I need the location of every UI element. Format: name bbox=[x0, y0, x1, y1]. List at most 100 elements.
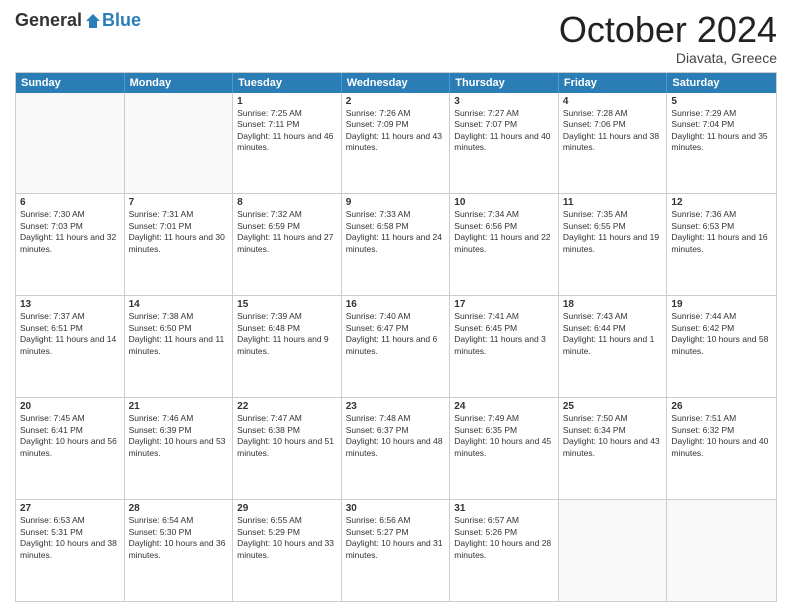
calendar-cell: 11Sunrise: 7:35 AM Sunset: 6:55 PM Dayli… bbox=[559, 194, 668, 295]
day-info: Sunrise: 7:48 AM Sunset: 6:37 PM Dayligh… bbox=[346, 413, 446, 459]
weekday-header-wednesday: Wednesday bbox=[342, 73, 451, 93]
day-info: Sunrise: 6:55 AM Sunset: 5:29 PM Dayligh… bbox=[237, 515, 337, 561]
day-info: Sunrise: 7:31 AM Sunset: 7:01 PM Dayligh… bbox=[129, 209, 229, 255]
title-area: October 2024 Diavata, Greece bbox=[559, 10, 777, 66]
day-info: Sunrise: 6:53 AM Sunset: 5:31 PM Dayligh… bbox=[20, 515, 120, 561]
day-number: 7 bbox=[129, 197, 229, 208]
day-info: Sunrise: 7:30 AM Sunset: 7:03 PM Dayligh… bbox=[20, 209, 120, 255]
calendar-cell: 16Sunrise: 7:40 AM Sunset: 6:47 PM Dayli… bbox=[342, 296, 451, 397]
calendar-cell: 15Sunrise: 7:39 AM Sunset: 6:48 PM Dayli… bbox=[233, 296, 342, 397]
day-info: Sunrise: 7:35 AM Sunset: 6:55 PM Dayligh… bbox=[563, 209, 663, 255]
calendar-cell: 17Sunrise: 7:41 AM Sunset: 6:45 PM Dayli… bbox=[450, 296, 559, 397]
calendar-cell bbox=[16, 93, 125, 194]
day-info: Sunrise: 7:45 AM Sunset: 6:41 PM Dayligh… bbox=[20, 413, 120, 459]
calendar-cell: 19Sunrise: 7:44 AM Sunset: 6:42 PM Dayli… bbox=[667, 296, 776, 397]
day-info: Sunrise: 7:49 AM Sunset: 6:35 PM Dayligh… bbox=[454, 413, 554, 459]
calendar-cell: 28Sunrise: 6:54 AM Sunset: 5:30 PM Dayli… bbox=[125, 500, 234, 601]
day-info: Sunrise: 7:39 AM Sunset: 6:48 PM Dayligh… bbox=[237, 311, 337, 357]
day-number: 14 bbox=[129, 299, 229, 310]
day-number: 5 bbox=[671, 96, 772, 107]
day-number: 31 bbox=[454, 503, 554, 514]
day-number: 3 bbox=[454, 96, 554, 107]
calendar-cell: 14Sunrise: 7:38 AM Sunset: 6:50 PM Dayli… bbox=[125, 296, 234, 397]
day-info: Sunrise: 7:33 AM Sunset: 6:58 PM Dayligh… bbox=[346, 209, 446, 255]
day-number: 10 bbox=[454, 197, 554, 208]
calendar-cell: 10Sunrise: 7:34 AM Sunset: 6:56 PM Dayli… bbox=[450, 194, 559, 295]
calendar-cell: 7Sunrise: 7:31 AM Sunset: 7:01 PM Daylig… bbox=[125, 194, 234, 295]
calendar: SundayMondayTuesdayWednesdayThursdayFrid… bbox=[15, 72, 777, 602]
weekday-header-monday: Monday bbox=[125, 73, 234, 93]
calendar-row-4: 27Sunrise: 6:53 AM Sunset: 5:31 PM Dayli… bbox=[16, 499, 776, 601]
calendar-cell: 21Sunrise: 7:46 AM Sunset: 6:39 PM Dayli… bbox=[125, 398, 234, 499]
calendar-page: General Blue October 2024 Diavata, Greec… bbox=[0, 0, 792, 612]
calendar-cell: 22Sunrise: 7:47 AM Sunset: 6:38 PM Dayli… bbox=[233, 398, 342, 499]
day-info: Sunrise: 7:44 AM Sunset: 6:42 PM Dayligh… bbox=[671, 311, 772, 357]
calendar-cell: 2Sunrise: 7:26 AM Sunset: 7:09 PM Daylig… bbox=[342, 93, 451, 194]
calendar-cell: 9Sunrise: 7:33 AM Sunset: 6:58 PM Daylig… bbox=[342, 194, 451, 295]
day-number: 26 bbox=[671, 401, 772, 412]
calendar-cell: 5Sunrise: 7:29 AM Sunset: 7:04 PM Daylig… bbox=[667, 93, 776, 194]
day-number: 30 bbox=[346, 503, 446, 514]
day-number: 16 bbox=[346, 299, 446, 310]
day-number: 8 bbox=[237, 197, 337, 208]
day-number: 18 bbox=[563, 299, 663, 310]
day-info: Sunrise: 6:56 AM Sunset: 5:27 PM Dayligh… bbox=[346, 515, 446, 561]
day-info: Sunrise: 6:57 AM Sunset: 5:26 PM Dayligh… bbox=[454, 515, 554, 561]
day-info: Sunrise: 7:51 AM Sunset: 6:32 PM Dayligh… bbox=[671, 413, 772, 459]
day-info: Sunrise: 7:28 AM Sunset: 7:06 PM Dayligh… bbox=[563, 108, 663, 154]
day-number: 22 bbox=[237, 401, 337, 412]
calendar-cell: 24Sunrise: 7:49 AM Sunset: 6:35 PM Dayli… bbox=[450, 398, 559, 499]
month-title: October 2024 bbox=[559, 10, 777, 50]
calendar-row-0: 1Sunrise: 7:25 AM Sunset: 7:11 PM Daylig… bbox=[16, 93, 776, 194]
weekday-header-tuesday: Tuesday bbox=[233, 73, 342, 93]
day-number: 11 bbox=[563, 197, 663, 208]
calendar-cell: 27Sunrise: 6:53 AM Sunset: 5:31 PM Dayli… bbox=[16, 500, 125, 601]
day-info: Sunrise: 7:41 AM Sunset: 6:45 PM Dayligh… bbox=[454, 311, 554, 357]
day-info: Sunrise: 7:29 AM Sunset: 7:04 PM Dayligh… bbox=[671, 108, 772, 154]
calendar-cell: 1Sunrise: 7:25 AM Sunset: 7:11 PM Daylig… bbox=[233, 93, 342, 194]
logo-general-text: General bbox=[15, 10, 82, 31]
calendar-cell: 20Sunrise: 7:45 AM Sunset: 6:41 PM Dayli… bbox=[16, 398, 125, 499]
calendar-cell: 8Sunrise: 7:32 AM Sunset: 6:59 PM Daylig… bbox=[233, 194, 342, 295]
day-info: Sunrise: 6:54 AM Sunset: 5:30 PM Dayligh… bbox=[129, 515, 229, 561]
day-number: 6 bbox=[20, 197, 120, 208]
calendar-cell: 4Sunrise: 7:28 AM Sunset: 7:06 PM Daylig… bbox=[559, 93, 668, 194]
calendar-row-2: 13Sunrise: 7:37 AM Sunset: 6:51 PM Dayli… bbox=[16, 295, 776, 397]
day-number: 29 bbox=[237, 503, 337, 514]
logo: General Blue bbox=[15, 10, 141, 31]
calendar-cell: 6Sunrise: 7:30 AM Sunset: 7:03 PM Daylig… bbox=[16, 194, 125, 295]
calendar-cell: 31Sunrise: 6:57 AM Sunset: 5:26 PM Dayli… bbox=[450, 500, 559, 601]
day-info: Sunrise: 7:32 AM Sunset: 6:59 PM Dayligh… bbox=[237, 209, 337, 255]
day-number: 13 bbox=[20, 299, 120, 310]
day-number: 20 bbox=[20, 401, 120, 412]
day-number: 19 bbox=[671, 299, 772, 310]
calendar-cell: 23Sunrise: 7:48 AM Sunset: 6:37 PM Dayli… bbox=[342, 398, 451, 499]
day-info: Sunrise: 7:46 AM Sunset: 6:39 PM Dayligh… bbox=[129, 413, 229, 459]
day-info: Sunrise: 7:27 AM Sunset: 7:07 PM Dayligh… bbox=[454, 108, 554, 154]
day-info: Sunrise: 7:38 AM Sunset: 6:50 PM Dayligh… bbox=[129, 311, 229, 357]
calendar-cell: 12Sunrise: 7:36 AM Sunset: 6:53 PM Dayli… bbox=[667, 194, 776, 295]
calendar-cell bbox=[125, 93, 234, 194]
day-number: 12 bbox=[671, 197, 772, 208]
day-number: 1 bbox=[237, 96, 337, 107]
day-number: 9 bbox=[346, 197, 446, 208]
calendar-cell: 26Sunrise: 7:51 AM Sunset: 6:32 PM Dayli… bbox=[667, 398, 776, 499]
calendar-row-3: 20Sunrise: 7:45 AM Sunset: 6:41 PM Dayli… bbox=[16, 397, 776, 499]
calendar-row-1: 6Sunrise: 7:30 AM Sunset: 7:03 PM Daylig… bbox=[16, 193, 776, 295]
day-number: 24 bbox=[454, 401, 554, 412]
day-info: Sunrise: 7:37 AM Sunset: 6:51 PM Dayligh… bbox=[20, 311, 120, 357]
day-number: 2 bbox=[346, 96, 446, 107]
calendar-cell: 25Sunrise: 7:50 AM Sunset: 6:34 PM Dayli… bbox=[559, 398, 668, 499]
day-number: 25 bbox=[563, 401, 663, 412]
day-info: Sunrise: 7:50 AM Sunset: 6:34 PM Dayligh… bbox=[563, 413, 663, 459]
logo-blue-text: Blue bbox=[102, 10, 141, 31]
day-number: 23 bbox=[346, 401, 446, 412]
day-number: 15 bbox=[237, 299, 337, 310]
page-header: General Blue October 2024 Diavata, Greec… bbox=[15, 10, 777, 66]
day-info: Sunrise: 7:25 AM Sunset: 7:11 PM Dayligh… bbox=[237, 108, 337, 154]
calendar-cell: 29Sunrise: 6:55 AM Sunset: 5:29 PM Dayli… bbox=[233, 500, 342, 601]
day-info: Sunrise: 7:36 AM Sunset: 6:53 PM Dayligh… bbox=[671, 209, 772, 255]
weekday-header-thursday: Thursday bbox=[450, 73, 559, 93]
location: Diavata, Greece bbox=[559, 50, 777, 66]
calendar-cell: 3Sunrise: 7:27 AM Sunset: 7:07 PM Daylig… bbox=[450, 93, 559, 194]
